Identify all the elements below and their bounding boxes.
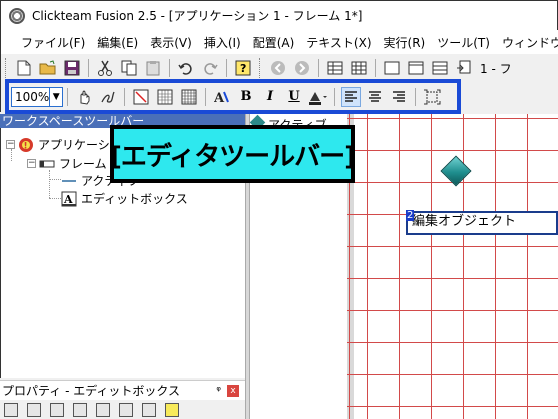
menu-file[interactable]: ファイル(F): [15, 34, 91, 51]
pin-icon[interactable]: ᵠ: [216, 384, 221, 397]
toolbar-separator: [415, 87, 416, 106]
application-icon: !: [19, 137, 33, 152]
menu-tools[interactable]: ツール(T): [431, 34, 496, 51]
data-elements-icon[interactable]: [430, 58, 450, 78]
zoom-select[interactable]: 100% ▼: [11, 86, 63, 107]
collapse-icon[interactable]: −: [6, 140, 15, 149]
storyboard-icon[interactable]: [325, 58, 345, 78]
toolbar-separator: [318, 59, 319, 77]
svg-text:?: ?: [240, 62, 246, 75]
menu-bar: ファイル(F) 編集(E) 表示(V) 挿入(I) 配置(A) テキスト(X) …: [0, 30, 558, 54]
annotation-callout: [エディタツールバー]: [110, 125, 356, 183]
help-icon[interactable]: ?: [233, 58, 253, 78]
tree-item-label: エディットボックス: [81, 192, 188, 206]
app-window: Clickteam Fusion 2.5 - [アプリケーション 1 - フレー…: [0, 0, 558, 419]
redo-icon[interactable]: [200, 58, 220, 78]
tree-line: [49, 179, 61, 180]
active-object-icon: [62, 179, 76, 182]
properties-tab-icon[interactable]: [73, 402, 87, 417]
event-list-icon[interactable]: [406, 58, 426, 78]
menu-arrange[interactable]: 配置(A): [247, 34, 301, 51]
app-logo-icon: [9, 7, 25, 24]
edit-box-object[interactable]: 編集オブジェクト: [406, 211, 558, 235]
align-center-icon[interactable]: [365, 87, 385, 107]
snap-grid-icon[interactable]: [131, 87, 151, 107]
undo-icon[interactable]: [176, 58, 196, 78]
collapse-icon[interactable]: −: [27, 159, 36, 168]
bold-button[interactable]: B: [236, 87, 256, 107]
menu-edit[interactable]: 編集(E): [91, 34, 144, 51]
copy-icon[interactable]: [119, 58, 139, 78]
properties-title: プロパティ - エディットボックス: [2, 384, 181, 398]
draw-tool-icon[interactable]: [98, 87, 118, 107]
tree-line: [49, 170, 50, 198]
edit-box-icon: A: [61, 191, 77, 206]
grid-setup-icon[interactable]: [179, 87, 199, 107]
properties-tab-icon[interactable]: [4, 402, 18, 417]
toolbar-grip[interactable]: [259, 58, 262, 78]
show-grid-icon[interactable]: [155, 87, 175, 107]
new-file-icon[interactable]: [14, 58, 34, 78]
properties-tab-icon[interactable]: [50, 402, 64, 417]
svg-text:A: A: [214, 91, 225, 105]
properties-panel-title-bar: プロパティ - エディットボックス ᵠ x: [0, 380, 245, 400]
svg-text:!: !: [24, 141, 28, 151]
hand-tool-icon[interactable]: [74, 87, 94, 107]
properties-tab-icon[interactable]: [119, 402, 133, 417]
close-icon[interactable]: x: [227, 384, 239, 397]
toolbar-separator: [67, 87, 68, 106]
nav-forward-icon[interactable]: [292, 58, 312, 78]
open-folder-icon[interactable]: [38, 58, 58, 78]
frame-icon: [39, 160, 55, 167]
toolbar-separator: [205, 87, 206, 106]
toolbar-grip[interactable]: [5, 58, 8, 78]
properties-tab-icon[interactable]: [96, 402, 110, 417]
align-left-icon[interactable]: [341, 86, 361, 107]
toolbar-separator: [88, 59, 89, 77]
frame-indicator: 1 - フ: [480, 61, 512, 76]
italic-button[interactable]: I: [260, 87, 280, 107]
properties-tab-icon[interactable]: [27, 402, 41, 417]
title-bar: Clickteam Fusion 2.5 - [アプリケーション 1 - フレー…: [0, 0, 558, 30]
toolbar-separator: [375, 59, 376, 77]
fit-object-icon[interactable]: [422, 87, 442, 107]
toolbar-separator: [334, 87, 335, 106]
object-index-badge: 2: [406, 210, 415, 221]
properties-tab-icon[interactable]: [142, 402, 156, 417]
toolbar-separator: [226, 59, 227, 77]
save-icon[interactable]: [62, 58, 82, 78]
properties-toolbar: [0, 400, 245, 419]
menu-window[interactable]: ウィンドウ(W): [496, 34, 558, 51]
window-title: Clickteam Fusion 2.5 - [アプリケーション 1 - フレー…: [32, 9, 363, 23]
tree-item-editbox[interactable]: A エディットボックス: [61, 190, 188, 207]
tree-item-frame[interactable]: − フレーム 1: [27, 155, 118, 172]
chevron-down-icon[interactable]: ▼: [49, 87, 62, 106]
align-right-icon[interactable]: [389, 87, 409, 107]
toolbar-separator: [124, 87, 125, 106]
paste-icon[interactable]: [143, 58, 163, 78]
menu-view[interactable]: 表示(V): [144, 34, 198, 51]
frame-editor-icon[interactable]: [382, 58, 402, 78]
toolbar-separator: [169, 59, 170, 77]
font-icon[interactable]: A: [212, 87, 232, 107]
zoom-value: 100%: [15, 89, 50, 104]
tree-line: [49, 198, 61, 199]
menu-text[interactable]: テキスト(X): [300, 34, 377, 51]
properties-tab-icon[interactable]: [165, 402, 179, 417]
script-icon[interactable]: [454, 58, 474, 78]
text-color-icon[interactable]: [308, 87, 328, 107]
nav-back-icon[interactable]: [268, 58, 288, 78]
underline-button[interactable]: U: [284, 87, 304, 107]
event-editor-icon[interactable]: [349, 58, 369, 78]
standard-toolbar: ? 1 - フ: [0, 54, 558, 82]
menu-run[interactable]: 実行(R): [378, 34, 432, 51]
menu-insert[interactable]: 挿入(I): [198, 34, 247, 51]
editor-toolbar: 100% ▼ A B I U: [5, 79, 461, 114]
cut-icon[interactable]: [95, 58, 115, 78]
